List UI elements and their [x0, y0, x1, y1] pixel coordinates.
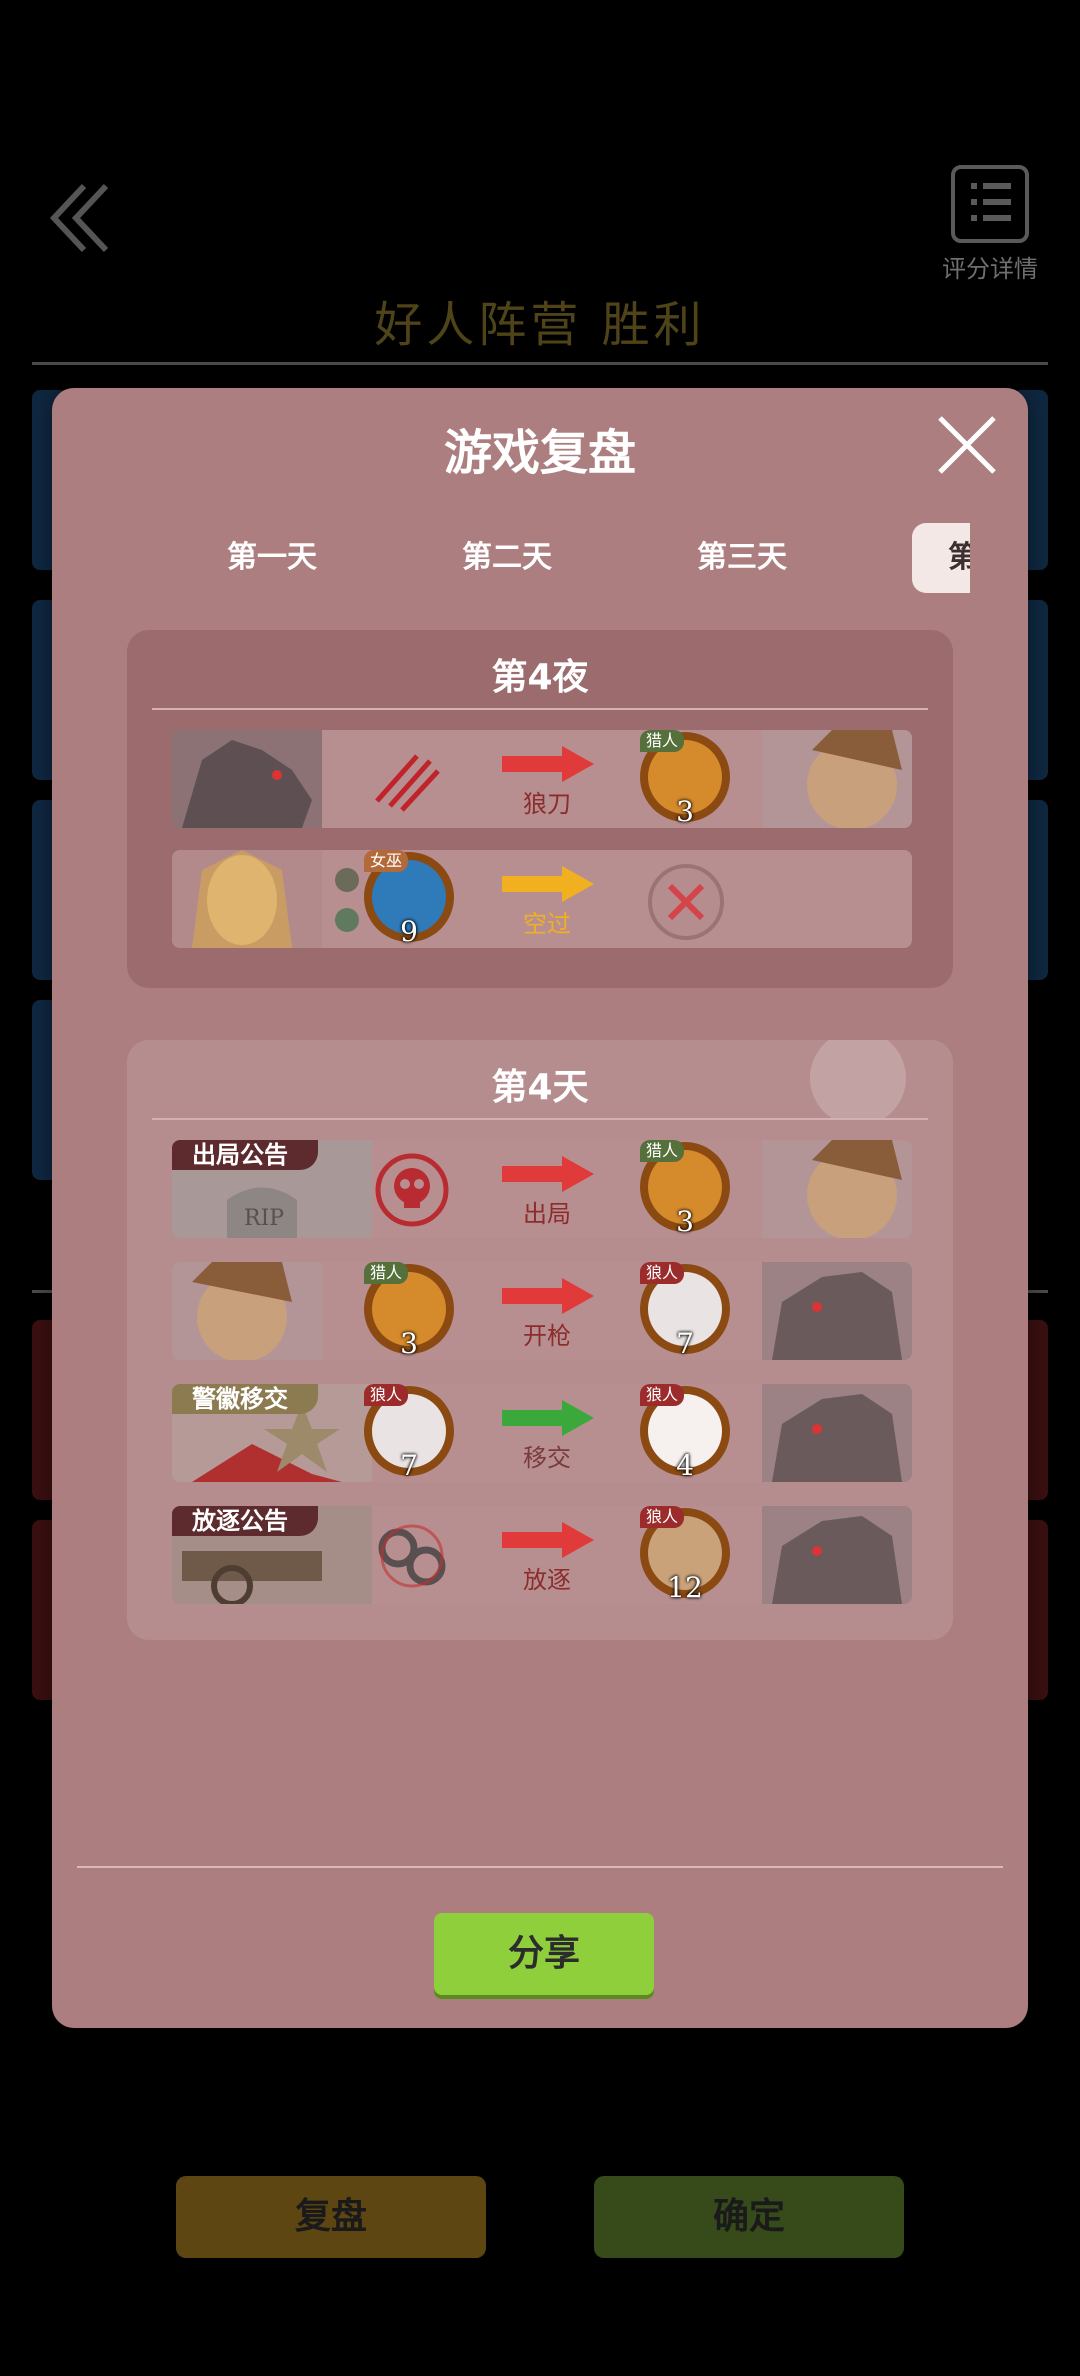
list-item: 猎人 3 开枪 狼人 7 — [172, 1262, 912, 1360]
arrow-right-icon — [502, 866, 594, 902]
werewolf-portrait-icon — [762, 1262, 912, 1360]
claw-marks-icon — [375, 754, 440, 812]
action-label: 放逐 — [523, 1566, 571, 1594]
werewolf-portrait-icon — [762, 1384, 912, 1482]
day-section: 第4天 RIP 出局公告 出局 猎人 3 猎人 3 开枪 狼人 7 警徽移交 狼… — [127, 1040, 953, 1640]
role-badge: 女巫 — [364, 850, 409, 872]
tab-day-1[interactable]: 第一天 — [172, 523, 372, 593]
divider — [77, 1866, 1003, 1868]
role-badge: 狼人 — [364, 1384, 409, 1406]
action-label: 移交 — [523, 1444, 571, 1472]
action-label: 出局 — [523, 1200, 571, 1228]
tab-day-4[interactable]: 第四天 — [912, 523, 970, 593]
night-title: 第4夜 — [491, 657, 589, 698]
player-avatar[interactable]: 狼人 7 — [640, 1262, 730, 1360]
divider — [152, 1118, 928, 1120]
action-label: 开枪 — [523, 1322, 571, 1350]
night-section: 第4夜 狼刀 猎人 3 女巫 9 空过 — [127, 630, 953, 988]
arrow-right-icon — [502, 1278, 594, 1314]
game-review-modal: 游戏复盘 第一天 第二天 第三天 第四天 第4夜 — [52, 388, 1028, 2028]
player-number: 3 — [676, 795, 694, 828]
back-chevron-icon[interactable] — [44, 178, 124, 258]
list-item: 警徽移交 狼人 7 移交 狼人 4 — [172, 1384, 912, 1482]
svg-text:RIP: RIP — [244, 1206, 284, 1231]
skull-icon — [375, 1153, 449, 1227]
arrow-right-icon — [502, 1156, 594, 1192]
list-item: 放逐公告 放逐 狼人 12 — [172, 1506, 912, 1604]
action-label: 狼刀 — [523, 790, 571, 818]
player-avatar[interactable]: 猎人 3 — [640, 1140, 730, 1238]
score-details-button[interactable]: 评分详情 — [930, 165, 1050, 284]
role-badge: 狼人 — [640, 1262, 685, 1284]
share-button[interactable]: 分享 — [434, 1913, 654, 1995]
modal-title: 游戏复盘 — [443, 425, 636, 481]
player-number: 4 — [676, 1449, 694, 1482]
player-avatar[interactable]: 猎人 3 — [364, 1262, 454, 1360]
notice-label: 放逐公告 — [172, 1506, 318, 1536]
role-badge: 狼人 — [640, 1384, 685, 1406]
player-number: 12 — [667, 1571, 703, 1604]
list-item: 女巫 9 空过 — [172, 850, 912, 948]
player-avatar[interactable]: 猎人 3 — [640, 730, 730, 828]
score-details-label: 评分详情 — [942, 255, 1038, 283]
witch-portrait-icon — [172, 850, 322, 948]
arrow-right-icon — [502, 1522, 594, 1558]
arrow-right-icon — [502, 746, 594, 782]
player-number: 3 — [676, 1205, 694, 1238]
role-badge: 狼人 — [640, 1506, 685, 1528]
role-badge: 猎人 — [364, 1262, 409, 1284]
notice-label: 警徽移交 — [172, 1384, 318, 1414]
handcuffs-icon — [378, 1524, 446, 1588]
notice-label: 出局公告 — [172, 1140, 318, 1170]
player-avatar[interactable]: 女巫 9 — [364, 850, 454, 948]
hunter-portrait-icon — [762, 730, 912, 828]
player-number: 9 — [400, 915, 418, 948]
review-button[interactable]: 复盘 — [176, 2176, 486, 2258]
list-icon — [951, 165, 1029, 243]
hunter-portrait-icon — [762, 1140, 912, 1238]
divider — [32, 362, 1048, 365]
tab-day-2[interactable]: 第二天 — [407, 523, 607, 593]
list-item: RIP 出局公告 出局 猎人 3 — [172, 1140, 912, 1238]
player-avatar[interactable]: 狼人 12 — [640, 1506, 730, 1604]
werewolf-portrait-icon — [762, 1506, 912, 1604]
close-icon[interactable] — [932, 410, 1002, 480]
day-tabs: 第一天 第二天 第三天 第四天 — [122, 523, 970, 593]
arrow-right-icon — [502, 1400, 594, 1436]
potion-icon — [335, 868, 359, 932]
player-number: 7 — [400, 1449, 418, 1482]
action-label: 空过 — [523, 910, 571, 938]
result-title: 好人阵营 胜利 — [374, 297, 706, 353]
confirm-button[interactable]: 确定 — [594, 2176, 904, 2258]
tab-day-3[interactable]: 第三天 — [642, 523, 842, 593]
day-title: 第4天 — [491, 1067, 589, 1108]
list-item: 狼刀 猎人 3 — [172, 730, 912, 828]
werewolf-portrait-icon — [172, 730, 322, 828]
player-avatar[interactable]: 狼人 4 — [640, 1384, 730, 1482]
player-number: 7 — [676, 1327, 694, 1360]
divider — [152, 708, 928, 710]
no-target-x-icon — [648, 864, 724, 940]
role-badge: 猎人 — [640, 730, 685, 752]
hunter-portrait-icon — [172, 1262, 322, 1360]
player-number: 3 — [400, 1327, 418, 1360]
player-avatar[interactable]: 狼人 7 — [364, 1384, 454, 1482]
role-badge: 猎人 — [640, 1140, 685, 1162]
